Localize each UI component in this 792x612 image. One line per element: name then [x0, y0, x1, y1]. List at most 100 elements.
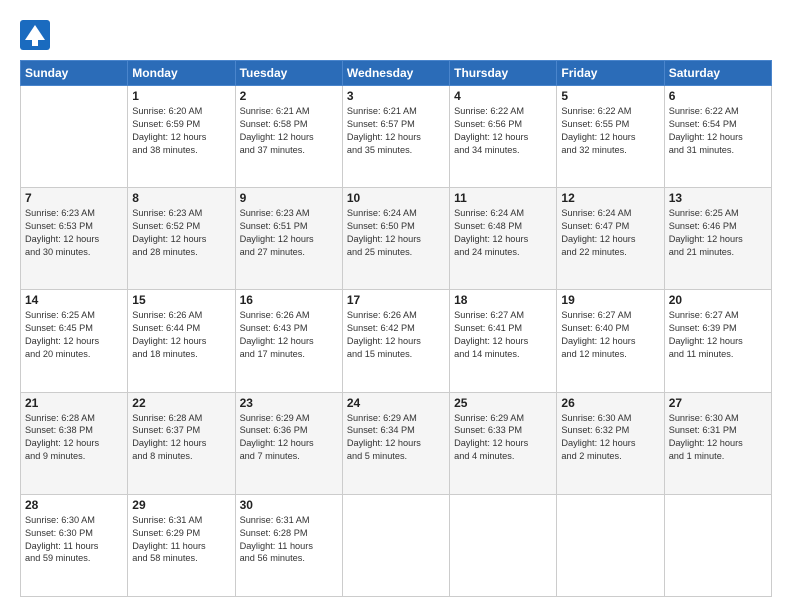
calendar-cell: 5 Sunrise: 6:22 AMSunset: 6:55 PMDaylight… — [557, 86, 664, 188]
day-info: Sunrise: 6:24 AMSunset: 6:48 PMDaylight:… — [454, 207, 552, 259]
day-number: 3 — [347, 89, 445, 103]
calendar-cell: 6 Sunrise: 6:22 AMSunset: 6:54 PMDaylight… — [664, 86, 771, 188]
day-info: Sunrise: 6:23 AMSunset: 6:51 PMDaylight:… — [240, 207, 338, 259]
day-info: Sunrise: 6:23 AMSunset: 6:52 PMDaylight:… — [132, 207, 230, 259]
calendar-cell: 27 Sunrise: 6:30 AMSunset: 6:31 PMDayligh… — [664, 392, 771, 494]
weekday-header: Monday — [128, 61, 235, 86]
day-info: Sunrise: 6:23 AMSunset: 6:53 PMDaylight:… — [25, 207, 123, 259]
calendar-cell: 18 Sunrise: 6:27 AMSunset: 6:41 PMDayligh… — [450, 290, 557, 392]
day-number: 21 — [25, 396, 123, 410]
day-info: Sunrise: 6:31 AMSunset: 6:29 PMDaylight:… — [132, 514, 230, 566]
day-info: Sunrise: 6:28 AMSunset: 6:37 PMDaylight:… — [132, 412, 230, 464]
day-number: 19 — [561, 293, 659, 307]
calendar: SundayMondayTuesdayWednesdayThursdayFrid… — [20, 60, 772, 597]
calendar-week-row: 28Sunrise: 6:30 AMSunset: 6:30 PMDayligh… — [21, 494, 772, 596]
day-number: 16 — [240, 293, 338, 307]
day-number: 22 — [132, 396, 230, 410]
weekday-header: Saturday — [664, 61, 771, 86]
calendar-cell: 21 Sunrise: 6:28 AMSunset: 6:38 PMDayligh… — [21, 392, 128, 494]
calendar-cell — [21, 86, 128, 188]
weekday-header: Sunday — [21, 61, 128, 86]
weekday-header: Wednesday — [342, 61, 449, 86]
day-info: Sunrise: 6:24 AMSunset: 6:50 PMDaylight:… — [347, 207, 445, 259]
day-number: 11 — [454, 191, 552, 205]
weekday-header: Friday — [557, 61, 664, 86]
day-number: 27 — [669, 396, 767, 410]
logo — [20, 20, 52, 50]
day-info: Sunrise: 6:27 AMSunset: 6:40 PMDaylight:… — [561, 309, 659, 361]
day-number: 20 — [669, 293, 767, 307]
calendar-cell: 24 Sunrise: 6:29 AMSunset: 6:34 PMDayligh… — [342, 392, 449, 494]
calendar-cell — [664, 494, 771, 596]
calendar-cell: 2Sunrise: 6:21 AMSunset: 6:58 PMDaylight… — [235, 86, 342, 188]
day-number: 15 — [132, 293, 230, 307]
day-info: Sunrise: 6:29 AMSunset: 6:33 PMDaylight:… — [454, 412, 552, 464]
day-info: Sunrise: 6:22 AMSunset: 6:56 PMDaylight:… — [454, 105, 552, 157]
day-number: 4 — [454, 89, 552, 103]
calendar-week-row: 21 Sunrise: 6:28 AMSunset: 6:38 PMDayligh… — [21, 392, 772, 494]
calendar-cell: 8Sunrise: 6:23 AMSunset: 6:52 PMDaylight… — [128, 188, 235, 290]
day-number: 7 — [25, 191, 123, 205]
day-number: 26 — [561, 396, 659, 410]
day-number: 10 — [347, 191, 445, 205]
day-info: Sunrise: 6:22 AMSunset: 6:55 PMDaylight:… — [561, 105, 659, 157]
day-info: Sunrise: 6:29 AMSunset: 6:34 PMDaylight:… — [347, 412, 445, 464]
calendar-cell: 17 Sunrise: 6:26 AMSunset: 6:42 PMDayligh… — [342, 290, 449, 392]
day-info: Sunrise: 6:25 AMSunset: 6:46 PMDaylight:… — [669, 207, 767, 259]
day-info: Sunrise: 6:24 AMSunset: 6:47 PMDaylight:… — [561, 207, 659, 259]
day-number: 18 — [454, 293, 552, 307]
day-info: Sunrise: 6:22 AMSunset: 6:54 PMDaylight:… — [669, 105, 767, 157]
day-info: Sunrise: 6:30 AMSunset: 6:30 PMDaylight:… — [25, 514, 123, 566]
calendar-cell: 10 Sunrise: 6:24 AMSunset: 6:50 PMDayligh… — [342, 188, 449, 290]
day-number: 17 — [347, 293, 445, 307]
day-info: Sunrise: 6:20 AMSunset: 6:59 PMDaylight:… — [132, 105, 230, 157]
day-info: Sunrise: 6:27 AMSunset: 6:41 PMDaylight:… — [454, 309, 552, 361]
calendar-cell — [557, 494, 664, 596]
day-number: 23 — [240, 396, 338, 410]
day-info: Sunrise: 6:28 AMSunset: 6:38 PMDaylight:… — [25, 412, 123, 464]
calendar-week-row: 14Sunrise: 6:25 AMSunset: 6:45 PMDayligh… — [21, 290, 772, 392]
calendar-cell: 11 Sunrise: 6:24 AMSunset: 6:48 PMDayligh… — [450, 188, 557, 290]
header — [20, 15, 772, 50]
day-number: 30 — [240, 498, 338, 512]
calendar-cell: 30 Sunrise: 6:31 AMSunset: 6:28 PMDayligh… — [235, 494, 342, 596]
calendar-cell: 19 Sunrise: 6:27 AMSunset: 6:40 PMDayligh… — [557, 290, 664, 392]
logo-icon — [20, 20, 50, 50]
day-info: Sunrise: 6:31 AMSunset: 6:28 PMDaylight:… — [240, 514, 338, 566]
calendar-cell: 28Sunrise: 6:30 AMSunset: 6:30 PMDayligh… — [21, 494, 128, 596]
day-number: 14 — [25, 293, 123, 307]
day-number: 5 — [561, 89, 659, 103]
page: SundayMondayTuesdayWednesdayThursdayFrid… — [0, 0, 792, 612]
day-number: 13 — [669, 191, 767, 205]
weekday-header: Tuesday — [235, 61, 342, 86]
calendar-cell — [450, 494, 557, 596]
calendar-cell: 13 Sunrise: 6:25 AMSunset: 6:46 PMDayligh… — [664, 188, 771, 290]
calendar-week-row: 1 Sunrise: 6:20 AMSunset: 6:59 PMDaylight… — [21, 86, 772, 188]
calendar-cell: 7 Sunrise: 6:23 AMSunset: 6:53 PMDaylight… — [21, 188, 128, 290]
calendar-cell: 16 Sunrise: 6:26 AMSunset: 6:43 PMDayligh… — [235, 290, 342, 392]
day-info: Sunrise: 6:26 AMSunset: 6:44 PMDaylight:… — [132, 309, 230, 361]
calendar-cell: 29 Sunrise: 6:31 AMSunset: 6:29 PMDayligh… — [128, 494, 235, 596]
weekday-header-row: SundayMondayTuesdayWednesdayThursdayFrid… — [21, 61, 772, 86]
day-number: 6 — [669, 89, 767, 103]
day-info: Sunrise: 6:27 AMSunset: 6:39 PMDaylight:… — [669, 309, 767, 361]
day-number: 29 — [132, 498, 230, 512]
day-info: Sunrise: 6:30 AMSunset: 6:32 PMDaylight:… — [561, 412, 659, 464]
day-number: 1 — [132, 89, 230, 103]
calendar-cell: 20 Sunrise: 6:27 AMSunset: 6:39 PMDayligh… — [664, 290, 771, 392]
calendar-cell: 1 Sunrise: 6:20 AMSunset: 6:59 PMDaylight… — [128, 86, 235, 188]
day-info: Sunrise: 6:21 AMSunset: 6:57 PMDaylight:… — [347, 105, 445, 157]
day-number: 24 — [347, 396, 445, 410]
day-info: Sunrise: 6:26 AMSunset: 6:43 PMDaylight:… — [240, 309, 338, 361]
calendar-week-row: 7 Sunrise: 6:23 AMSunset: 6:53 PMDaylight… — [21, 188, 772, 290]
calendar-cell: 15 Sunrise: 6:26 AMSunset: 6:44 PMDayligh… — [128, 290, 235, 392]
day-info: Sunrise: 6:26 AMSunset: 6:42 PMDaylight:… — [347, 309, 445, 361]
calendar-cell — [342, 494, 449, 596]
calendar-cell: 14Sunrise: 6:25 AMSunset: 6:45 PMDayligh… — [21, 290, 128, 392]
calendar-cell: 12 Sunrise: 6:24 AMSunset: 6:47 PMDayligh… — [557, 188, 664, 290]
day-info: Sunrise: 6:29 AMSunset: 6:36 PMDaylight:… — [240, 412, 338, 464]
day-info: Sunrise: 6:30 AMSunset: 6:31 PMDaylight:… — [669, 412, 767, 464]
day-number: 12 — [561, 191, 659, 205]
day-number: 9 — [240, 191, 338, 205]
calendar-cell: 26 Sunrise: 6:30 AMSunset: 6:32 PMDayligh… — [557, 392, 664, 494]
